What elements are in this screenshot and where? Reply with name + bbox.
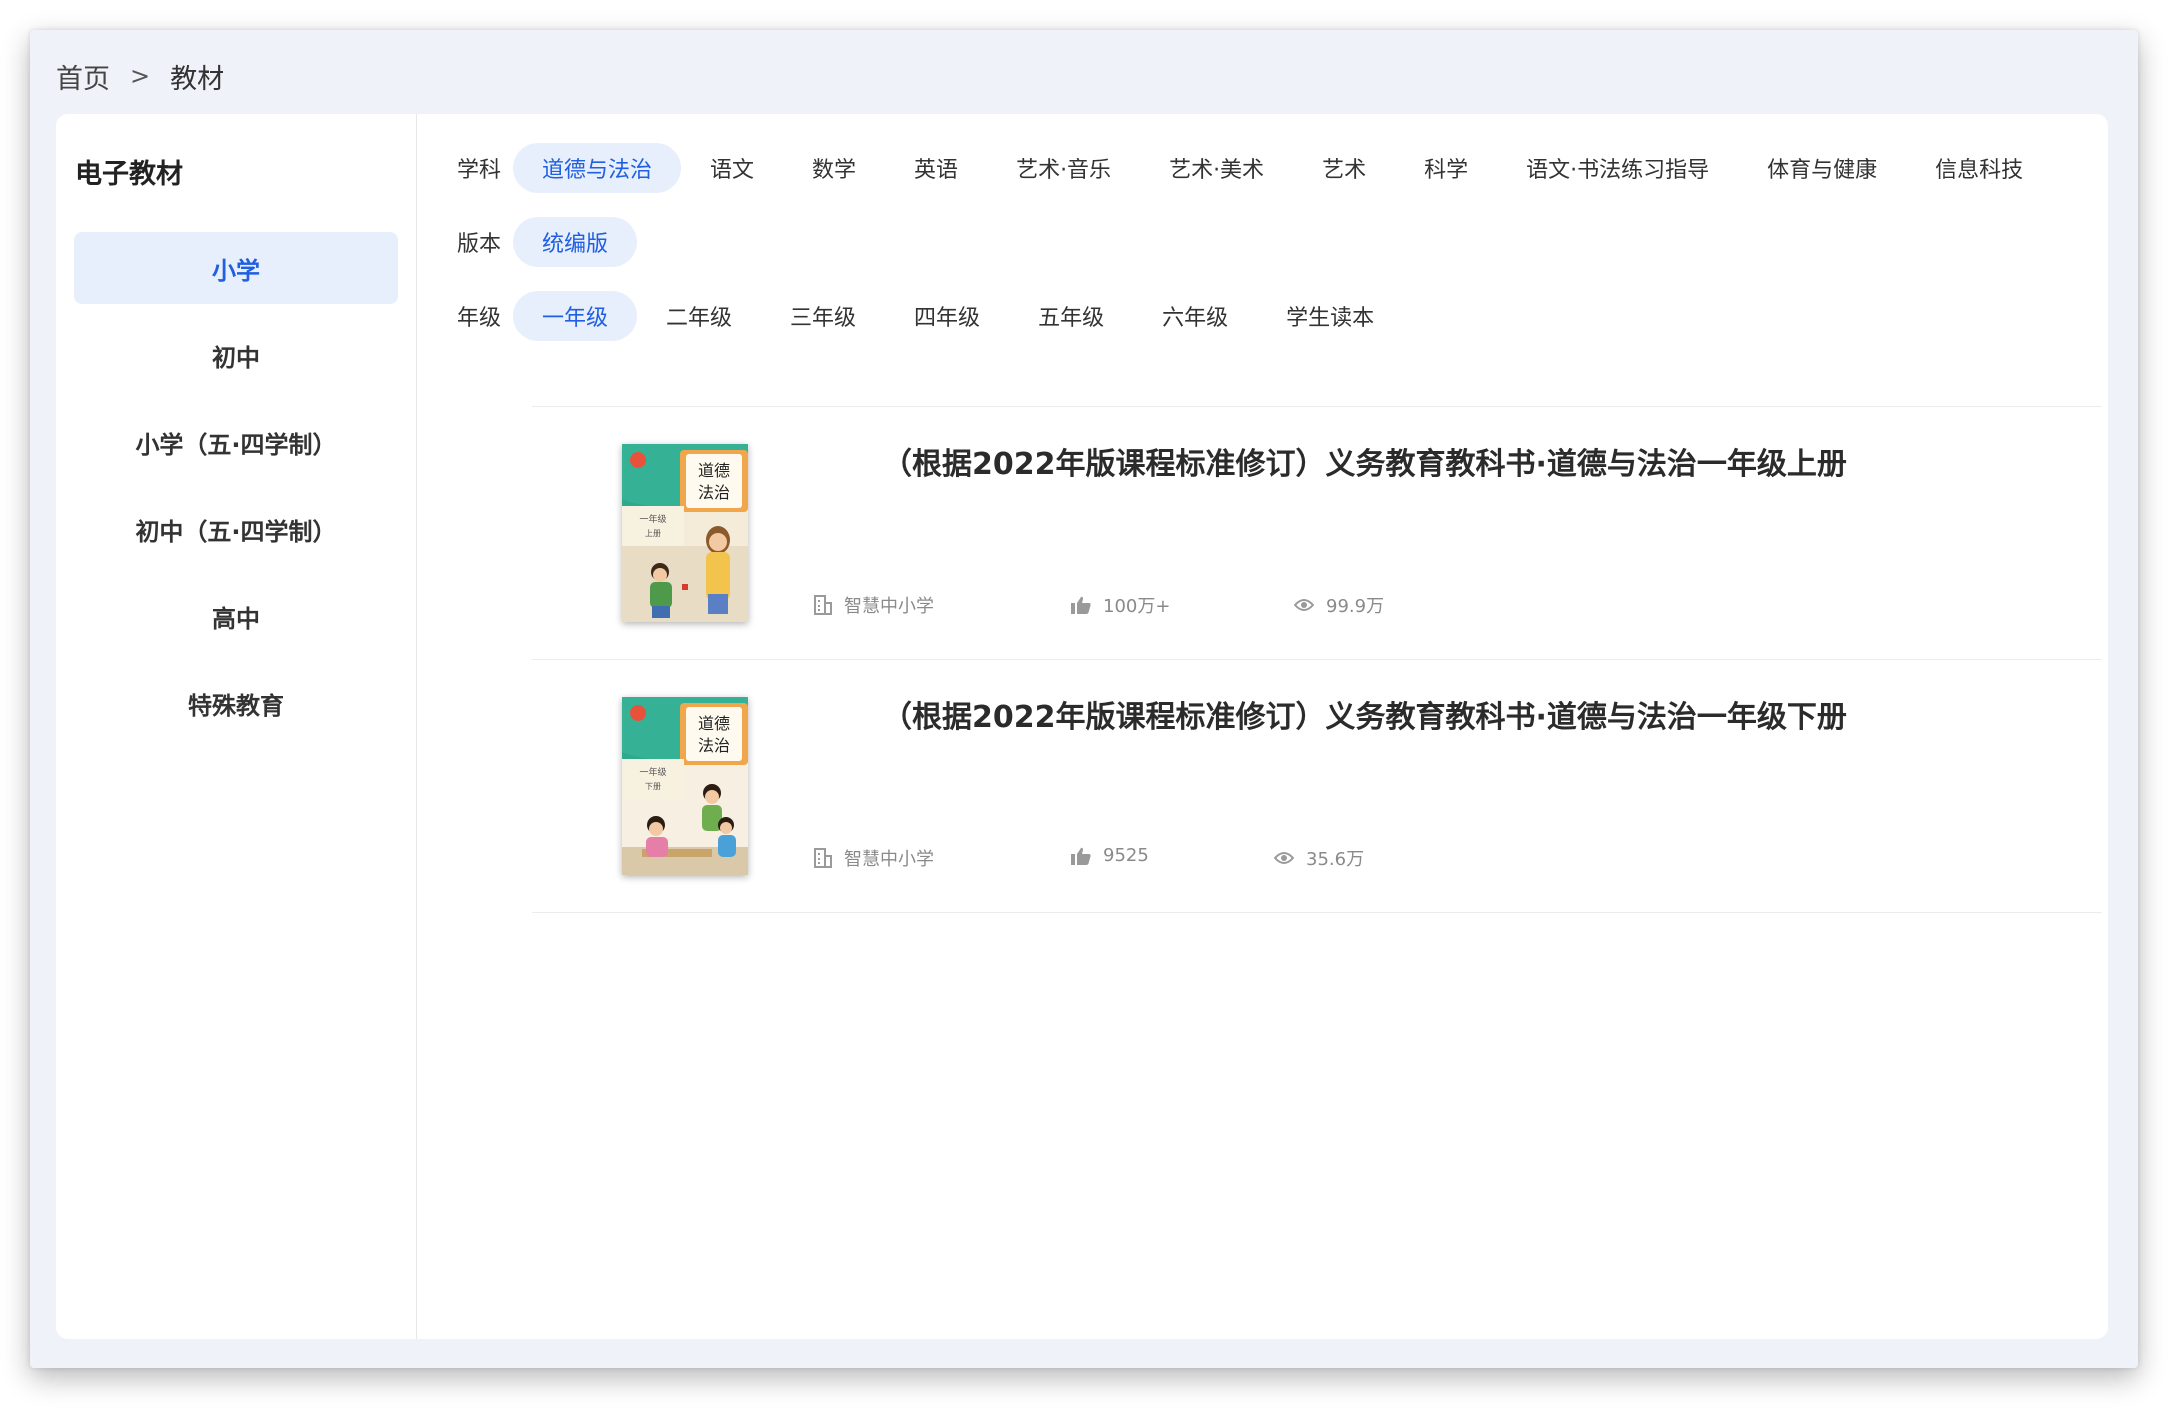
cover-title-line2: 法治 (698, 736, 730, 755)
views-count: 35.6万 (1306, 849, 1365, 870)
edition-chip[interactable]: 统编版 (513, 217, 638, 267)
book-card[interactable]: 道德 法治 一年级 上册 （根据2022年版课程标准修订）义务教育教科书·道德与… (532, 407, 2102, 660)
cover-title-line2: 法治 (698, 483, 730, 502)
edition-filter-label: 版本 (457, 232, 502, 257)
subject-chip[interactable]: 语文·书法练习指导 (1497, 143, 1738, 193)
main-panel: 电子教材 小学 初中 小学（五·四学制） 初中（五·四学制） 高中 特殊教育 学… (56, 114, 2108, 1339)
grade-filter-row: 年级 一年级 二年级 三年级 四年级 五年级 六年级 学生读本 (457, 291, 1403, 341)
stage-item-special-education[interactable]: 特殊教育 (74, 667, 398, 739)
subject-chip[interactable]: 语文 (681, 143, 783, 193)
app-window: 首页 > 教材 电子教材 小学 初中 小学（五·四学制） 初中（五·四学制） 高… (30, 30, 2138, 1368)
eye-icon (1274, 852, 1294, 864)
publisher-name: 智慧中小学 (844, 596, 934, 617)
subject-chip[interactable]: 科学 (1395, 143, 1497, 193)
cover-title-line1: 道德 (698, 714, 730, 733)
book-publisher: 智慧中小学 (814, 845, 934, 871)
views-count: 99.9万 (1326, 596, 1385, 617)
book-cover-image[interactable]: 道德 法治 一年级 下册 (622, 697, 748, 875)
breadcrumb-separator: > (130, 62, 151, 90)
subject-chip[interactable]: 艺术 (1293, 143, 1395, 193)
stage-item-senior[interactable]: 高中 (74, 580, 398, 652)
subject-chip[interactable]: 艺术·音乐 (987, 143, 1140, 193)
grade-chip[interactable]: 学生读本 (1257, 291, 1403, 341)
sidebar-title: 电子教材 (75, 159, 183, 190)
cover-grade: 一年级 (639, 513, 666, 525)
thumbs-up-icon (1071, 596, 1091, 614)
book-card[interactable]: 道德 法治 一年级 下册 （根据2022年版课程标准修订）义务教育教科书·道德与… (532, 660, 2102, 913)
grade-chip[interactable]: 六年级 (1133, 291, 1257, 341)
subject-chip[interactable]: 英语 (885, 143, 987, 193)
stage-item-junior[interactable]: 初中 (74, 319, 398, 391)
grade-chip[interactable]: 四年级 (885, 291, 1009, 341)
building-icon (814, 595, 832, 615)
book-title[interactable]: （根据2022年版课程标准修订）义务教育教科书·道德与法治一年级上册 (882, 439, 1847, 483)
stage-item-primary[interactable]: 小学 (74, 232, 398, 304)
book-likes: 100万+ (1071, 592, 1170, 618)
subject-chip[interactable]: 艺术·美术 (1140, 143, 1293, 193)
breadcrumb: 首页 > 教材 (56, 46, 224, 106)
grade-chip[interactable]: 三年级 (761, 291, 885, 341)
book-title[interactable]: （根据2022年版课程标准修订）义务教育教科书·道德与法治一年级下册 (882, 692, 1847, 736)
likes-count: 9525 (1103, 845, 1149, 866)
stage-item-primary-54[interactable]: 小学（五·四学制） (74, 406, 398, 478)
book-views: 99.9万 (1294, 592, 1384, 618)
cover-volume: 下册 (645, 782, 661, 791)
book-views: 35.6万 (1274, 845, 1364, 871)
edition-filter-row: 版本 统编版 (457, 217, 638, 267)
building-icon (814, 848, 832, 868)
stage-item-junior-54[interactable]: 初中（五·四学制） (74, 493, 398, 565)
cover-title-line1: 道德 (698, 461, 730, 480)
subject-chip[interactable]: 道德与法治 (513, 143, 682, 193)
book-likes: 9525 (1071, 845, 1149, 866)
cover-grade: 一年级 (639, 766, 666, 778)
subject-chip[interactable]: 信息科技 (1906, 143, 2052, 193)
sidebar: 电子教材 小学 初中 小学（五·四学制） 初中（五·四学制） 高中 特殊教育 (56, 114, 417, 1339)
eye-icon (1294, 599, 1314, 611)
subject-chip[interactable]: 体育与健康 (1738, 143, 1906, 193)
thumbs-up-icon (1071, 847, 1091, 865)
book-list: 道德 法治 一年级 上册 （根据2022年版课程标准修订）义务教育教科书·道德与… (532, 406, 2102, 913)
publisher-name: 智慧中小学 (844, 849, 934, 870)
likes-count: 100万+ (1103, 596, 1171, 617)
book-cover-image[interactable]: 道德 法治 一年级 上册 (622, 444, 748, 622)
cover-volume: 上册 (645, 529, 661, 538)
breadcrumb-home-link[interactable]: 首页 (56, 57, 110, 96)
content-area: 学科 道德与法治 语文 数学 英语 艺术·音乐 艺术·美术 艺术 科学 语文·书… (417, 114, 2108, 1339)
breadcrumb-current: 教材 (170, 63, 225, 95)
subject-chip[interactable]: 数学 (783, 143, 885, 193)
subject-filter-row: 学科 道德与法治 语文 数学 英语 艺术·音乐 艺术·美术 艺术 科学 语文·书… (457, 143, 2052, 193)
book-publisher: 智慧中小学 (814, 592, 934, 618)
grade-chip[interactable]: 一年级 (513, 291, 638, 341)
grade-filter-label: 年级 (457, 306, 502, 331)
grade-chip[interactable]: 五年级 (1009, 291, 1133, 341)
stage-list: 小学 初中 小学（五·四学制） 初中（五·四学制） 高中 特殊教育 (74, 232, 398, 754)
grade-chip[interactable]: 二年级 (637, 291, 761, 341)
subject-filter-label: 学科 (457, 158, 502, 183)
